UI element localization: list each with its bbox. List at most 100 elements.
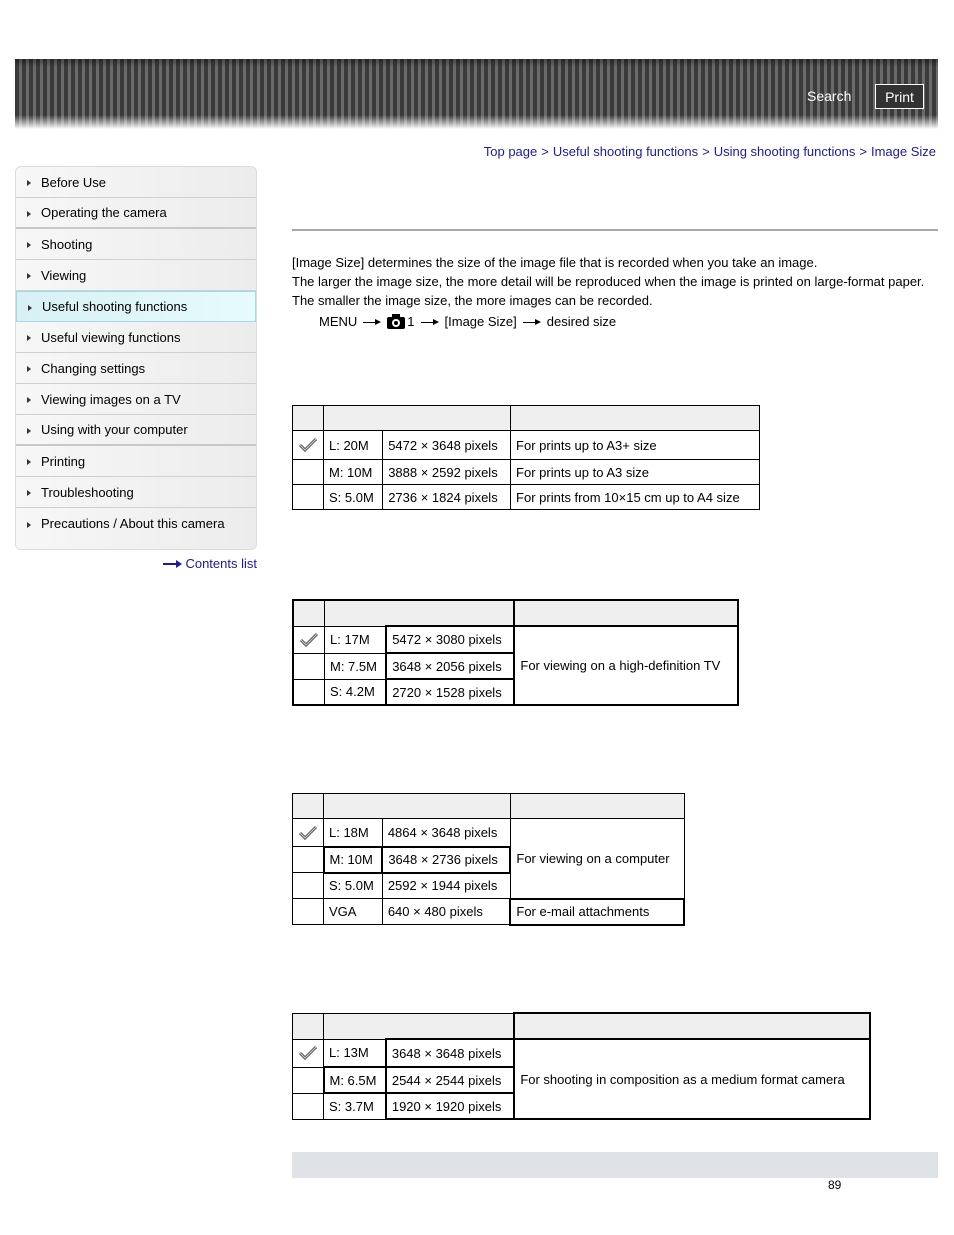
table-row: L: 17M 5472 × 3080 pixels For viewing on… [292, 625, 739, 706]
menu-end-label: desired size [546, 314, 617, 329]
table-row: L: 20M 5472 × 3648 pixels For prints up … [292, 430, 760, 460]
pixels-cell: 3648 × 2056 pixels [385, 652, 516, 680]
image-size-table-1-1: L: 13M 3648 × 3648 pixels For shooting i… [292, 1012, 871, 1120]
table-row: VGA 640 × 480 pixels For e-mail attachme… [292, 897, 685, 926]
triangle-right-icon [27, 397, 31, 403]
search-link[interactable]: Search [807, 88, 851, 104]
sidebar-nav: Before Use Operating the camera Shooting… [15, 166, 257, 550]
sidebar-item-label: Troubleshooting [41, 484, 134, 500]
size-cell: L: 20M [322, 430, 384, 460]
pixels-cell: 2720 × 1528 pixels [385, 678, 516, 706]
sidebar-item-label: Shooting [41, 236, 93, 252]
sidebar-item-label: Operating the camera [41, 205, 167, 220]
size-cell: M: 7.5M [324, 652, 387, 680]
image-size-table-4-3: L: 18M 4864 × 3648 pixels For viewing on… [292, 793, 685, 926]
page-number: 89 [828, 1178, 842, 1192]
menu-tab-number: 1 [407, 314, 415, 329]
breadcrumb-image-size[interactable]: Image Size [871, 144, 936, 159]
print-button[interactable]: Print [875, 84, 924, 109]
sidebar-item-using-with-computer[interactable]: Using with your computer [16, 415, 256, 446]
pixels-cell: 5472 × 3648 pixels [382, 430, 512, 460]
intro-line-2: The larger the image size, the more deta… [292, 274, 925, 308]
sidebar-item-precautions[interactable]: Precautions / About this camera [16, 508, 256, 539]
table-header-row [292, 599, 739, 627]
size-cell: M: 10M [322, 459, 384, 485]
intro-line-1: [Image Size] determines the size of the … [292, 255, 818, 270]
sidebar-item-viewing-images-on-tv[interactable]: Viewing images on a TV [16, 384, 256, 415]
size-cell: VGA [323, 898, 383, 925]
size-cell: S: 4.2M [324, 678, 387, 706]
footer-bar [292, 1152, 938, 1178]
breadcrumb: Top page > Useful shooting functions > Using… [484, 144, 936, 159]
table-header-row [292, 405, 760, 431]
sidebar-item-printing[interactable]: Printing [16, 446, 256, 477]
checkmark-icon [298, 438, 318, 453]
table-row: M: 10M 3888 × 2592 pixels For prints up … [292, 459, 760, 485]
usage-cell: For viewing on a computer [509, 818, 685, 899]
size-cell: L: 18M [323, 818, 383, 847]
usage-cell: For viewing on a high-definition TV [513, 625, 739, 706]
breadcrumb-useful-shooting-functions[interactable]: Useful shooting functions [553, 144, 698, 159]
arrow-right-icon [363, 318, 382, 326]
menu-path: MENU 1 [Image Size] desired size [319, 314, 616, 329]
triangle-right-icon [27, 366, 31, 372]
breadcrumb-separator: > [702, 144, 710, 159]
image-size-table-16-9: L: 17M 5472 × 3080 pixels For viewing on… [292, 599, 739, 706]
size-cell: L: 13M [322, 1038, 387, 1068]
sidebar-item-changing-settings[interactable]: Changing settings [16, 353, 256, 384]
contents-list-label: Contents list [185, 556, 257, 571]
intro-text: [Image Size] determines the size of the … [292, 253, 938, 310]
pixels-cell: 2592 × 1944 pixels [381, 872, 511, 899]
sidebar-item-label: Using with your computer [41, 422, 188, 437]
arrow-right-icon [420, 318, 439, 326]
usage-cell: For e-mail attachments [509, 897, 685, 926]
triangle-right-icon [27, 210, 31, 217]
table-header-row [292, 793, 685, 819]
breadcrumb-separator: > [541, 144, 549, 159]
breadcrumb-top-page[interactable]: Top page [484, 144, 538, 159]
pixels-cell: 4864 × 3648 pixels [381, 818, 511, 847]
usage-cell: For prints up to A3 size [510, 459, 760, 485]
size-cell: L: 17M [324, 625, 387, 654]
size-cell: S: 3.7M [322, 1092, 387, 1120]
triangle-right-icon [27, 459, 31, 465]
checkmark-icon [298, 1046, 318, 1061]
usage-cell: For prints up to A3+ size [510, 430, 760, 460]
size-cell: S: 5.0M [323, 872, 383, 899]
sidebar-item-before-use[interactable]: Before Use [16, 167, 256, 198]
sidebar-item-label: Useful shooting functions [42, 299, 188, 314]
menu-item-label: [Image Size] [444, 314, 517, 329]
pixels-cell: 3888 × 2592 pixels [382, 459, 512, 485]
sidebar-item-useful-shooting-functions[interactable]: Useful shooting functions [16, 291, 256, 322]
sidebar-item-label: Printing [41, 453, 86, 469]
sidebar-item-label: Precautions / About this camera [41, 516, 225, 531]
table-row: L: 13M 3648 × 3648 pixels For shooting i… [292, 1038, 871, 1120]
sidebar-item-label: Before Use [41, 174, 107, 190]
usage-cell: For shooting in composition as a medium … [513, 1038, 871, 1120]
size-cell: M: 6.5M [322, 1066, 387, 1094]
header-banner [15, 59, 938, 129]
default-check-cell [292, 430, 324, 460]
triangle-right-icon [27, 427, 31, 434]
sidebar-item-troubleshooting[interactable]: Troubleshooting [16, 477, 256, 508]
default-check-cell [292, 1038, 324, 1068]
pixels-cell: 3648 × 2736 pixels [381, 845, 512, 874]
table-row: S: 5.0M 2736 × 1824 pixels For prints fr… [292, 484, 760, 510]
sidebar-item-label: Viewing images on a TV [41, 391, 181, 407]
arrow-right-icon [163, 559, 183, 569]
sidebar-item-label: Useful viewing functions [41, 329, 181, 345]
table-row: L: 18M 4864 × 3648 pixels For viewing on… [292, 818, 685, 899]
sidebar-item-useful-viewing-functions[interactable]: Useful viewing functions [16, 322, 256, 353]
triangle-right-icon [27, 180, 31, 186]
menu-label: MENU [319, 314, 358, 329]
pixels-cell: 3648 × 3648 pixels [384, 1038, 516, 1068]
sidebar-item-shooting[interactable]: Shooting [16, 229, 256, 260]
sidebar-item-operating-the-camera[interactable]: Operating the camera [16, 198, 256, 229]
breadcrumb-using-shooting-functions[interactable]: Using shooting functions [714, 144, 856, 159]
triangle-right-icon [27, 490, 31, 496]
contents-list-link[interactable]: Contents list [163, 556, 257, 571]
checkmark-icon [298, 825, 318, 840]
sidebar-item-viewing[interactable]: Viewing [16, 260, 256, 291]
pixels-cell: 2736 × 1824 pixels [382, 484, 512, 510]
pixels-cell: 2544 × 2544 pixels [384, 1066, 516, 1094]
